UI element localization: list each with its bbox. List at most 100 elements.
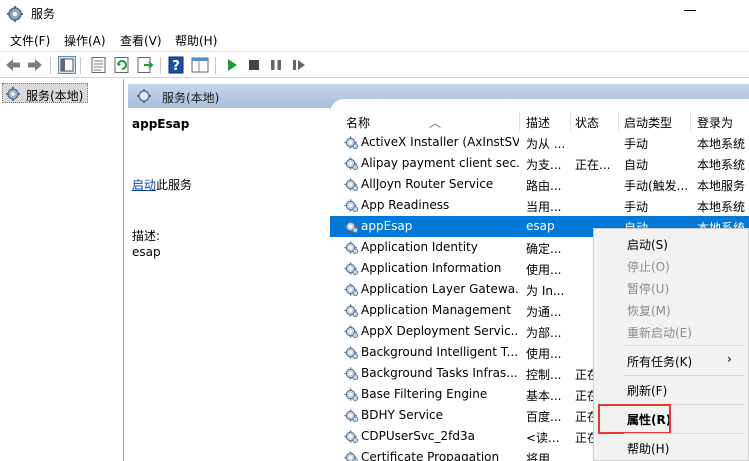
service-name-cell: Background Intelligent T... [361,345,519,359]
service-name-cell: AppX Deployment Servic... [361,324,519,338]
start-service-suffix: 此服务 [156,178,193,192]
service-name-cell: appEsap [361,219,413,233]
service-description-cell: 使用... [526,347,562,361]
selected-service-name: appEsap [132,117,190,131]
menu-view[interactable]: 查看(V) [120,32,162,49]
properties-highlight-box [598,404,671,434]
start-service-link[interactable]: 启动 [132,178,156,192]
column-header-description[interactable]: 描述 [526,114,550,131]
service-gear-icon [344,430,359,444]
service-description-cell: 为 In... [526,284,565,298]
service-name-cell: Certificate Propagation [361,450,500,461]
service-startup-type-cell: 手动 [624,200,649,214]
description-text: esap [132,245,161,259]
menu-item-all-tasks-label: 所有任务(K) [627,355,693,369]
toolbar: ? [0,51,749,78]
service-description-cell: 使用... [526,263,562,277]
service-startup-type-cell: 自动 [624,158,649,172]
service-startup-type-cell: 手动(触发... [624,179,689,193]
menu-item-refresh[interactable]: 刷新(F) [594,378,748,400]
stop-service-icon[interactable] [245,56,263,74]
minimize-button[interactable] [684,10,696,11]
window-title: 服务 [31,7,56,21]
service-gear-icon [344,262,359,276]
service-name-cell: AllJoyn Router Service [361,177,494,191]
service-name-cell: Background Tasks Infras... [361,366,518,380]
menu-action[interactable]: 操作(A) [64,32,106,49]
help-icon[interactable]: ? [168,56,186,74]
list-header: ︿ 名称 描述 状态 启动类型 登录为 [330,99,749,131]
service-gear-icon [344,241,359,255]
restart-service-icon[interactable] [290,56,308,74]
service-name-cell: Application Identity [361,240,478,254]
svg-text:?: ? [172,59,180,74]
menu-item-help[interactable]: 帮助(H) [594,436,748,458]
column-header-startup-type[interactable]: 启动类型 [624,114,672,131]
toolbar-separator [160,57,161,74]
service-description-cell: esap [526,219,555,233]
service-description-cell: 为通... [526,305,562,319]
column-divider[interactable] [618,112,619,131]
service-gear-icon [344,199,359,213]
menu-file[interactable]: 文件(F) [10,32,50,49]
service-description-cell: 当用... [526,200,562,214]
service-name-cell: Application Layer Gatewa... [361,282,519,296]
service-name-cell: Application Information [361,261,502,275]
column-divider[interactable] [690,112,691,131]
service-description-cell: 基本... [526,389,562,403]
back-arrow-icon[interactable] [4,56,22,74]
service-gear-icon [344,367,359,381]
service-logon-cell: 本地系统 [697,137,746,151]
service-status-cell: 正在... [575,158,611,172]
menu-help[interactable]: 帮助(H) [175,32,217,49]
column-header-logon-as[interactable]: 登录为 [697,114,733,131]
toolbar-separator [215,57,216,74]
menu-separator [624,433,744,434]
menu-item-help-label: 帮助(H) [627,442,670,456]
title-bar: 服务 [0,0,749,27]
service-description-cell: 为支... [526,158,562,172]
menu-item-restart: 重新启动(E) [594,320,748,342]
table-row[interactable]: AllJoyn Router Service 路由... 手动(触发... 本地服务 [330,174,749,195]
service-gear-icon [344,325,359,339]
menu-item-pause-label: 暂停(U) [627,282,670,296]
table-row[interactable]: App Readiness 当用... 手动 本地系统 [330,195,749,216]
table-row[interactable]: ActiveX Installer (AxInstSV) 为从 ... 手动 本地系统 [330,132,749,153]
service-gear-icon [344,451,359,461]
service-gear-icon [344,136,359,150]
service-description-cell: 将用... [526,452,562,461]
column-divider[interactable] [519,112,520,131]
tree-item-label: 服务(本地) [26,89,84,103]
column-header-name[interactable]: 名称 [346,114,370,131]
export-list-icon[interactable] [136,56,154,74]
submenu-arrow-icon: › [727,352,732,366]
column-divider[interactable] [570,112,571,131]
properties-pane-icon[interactable] [191,56,209,74]
menu-separator [624,345,744,346]
table-row[interactable]: Alipay payment client sec... 为支... 正在... 自动… [330,153,749,174]
tree-item-services-local[interactable]: 服务(本地) [2,83,88,103]
gear-icon [7,6,23,22]
refresh-icon[interactable] [113,56,131,74]
service-name-cell: BDHY Service [361,408,443,422]
service-logon-cell: 本地系统 [697,158,746,172]
menu-item-start[interactable]: 启动(S) [594,232,748,254]
service-name-cell: Base Filtering Engine [361,387,488,401]
menu-bar: 文件(F) 操作(A) 查看(V) 帮助(H) [0,27,749,51]
service-gear-icon [344,157,359,171]
service-gear-icon [344,388,359,402]
pause-service-icon[interactable] [267,56,285,74]
service-name-cell: Alipay payment client sec... [361,156,519,170]
menu-item-refresh-label: 刷新(F) [627,384,668,398]
menu-item-all-tasks[interactable]: 所有任务(K) › [594,349,748,371]
service-startup-type-cell: 手动 [624,137,649,151]
forward-arrow-icon[interactable] [26,56,44,74]
list-view-icon[interactable] [90,56,108,74]
menu-item-pause: 暂停(U) [594,276,748,298]
menu-item-stop: 停止(O) [594,254,748,276]
show-tree-icon[interactable] [58,56,76,74]
start-service-icon[interactable] [223,56,241,74]
column-header-status[interactable]: 状态 [575,114,599,131]
menu-item-stop-label: 停止(O) [627,260,670,274]
menu-separator [624,375,744,376]
